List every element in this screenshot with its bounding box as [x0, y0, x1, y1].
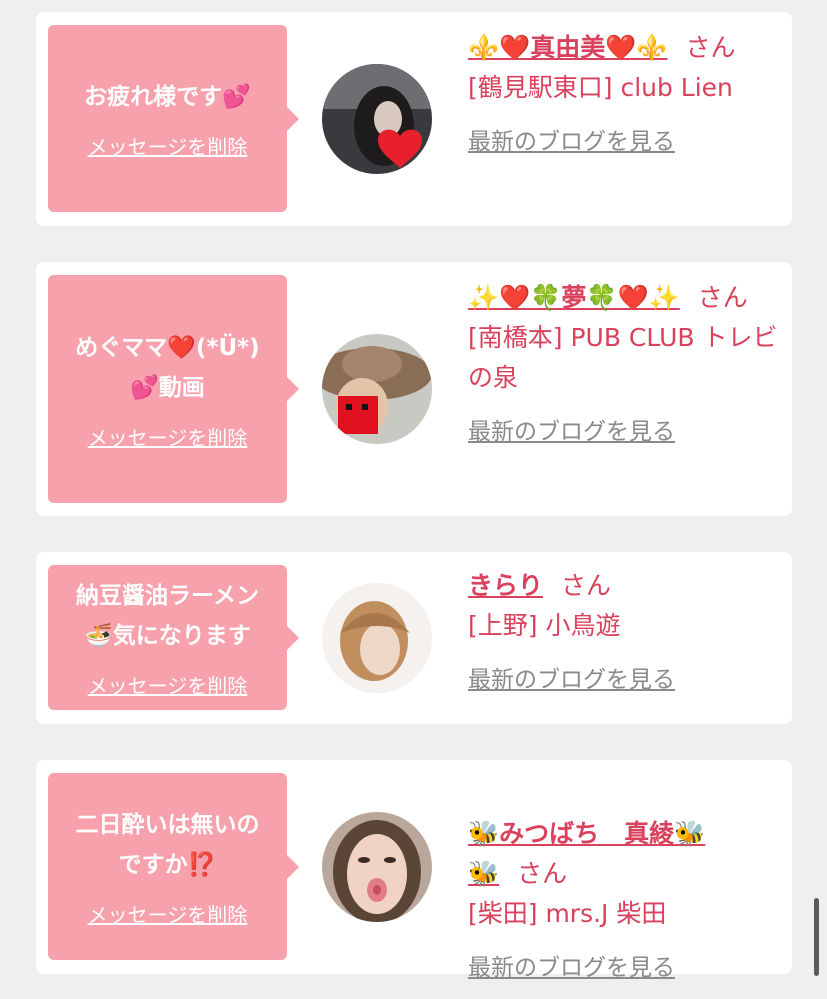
sender-info: 🐝みつばち 真綾🐝 🐝 さん [柴田] mrs.J 柴田 最新のブログを見る — [468, 774, 780, 988]
latest-blog-link[interactable]: 最新のブログを見る — [468, 412, 780, 452]
message-bubble: 二日酔いは無いの ですか⁉️ メッセージを削除 — [48, 773, 299, 960]
sender-name-link[interactable]: 🐝みつばち 真綾🐝 🐝 — [468, 819, 705, 888]
delete-message-link[interactable]: メッセージを削除 — [88, 131, 248, 160]
latest-blog-link[interactable]: 最新のブログを見る — [468, 660, 780, 700]
honorific: さん — [685, 33, 736, 62]
avatar-photo — [322, 583, 432, 693]
honorific: さん — [697, 283, 748, 312]
avatar[interactable] — [322, 64, 432, 174]
avatar-photo — [322, 812, 432, 922]
shop-name: [上野] 小鳥遊 — [468, 611, 621, 640]
message-card: 二日酔いは無いの ですか⁉️ メッセージを削除 🐝みつばち 真綾🐝 🐝 さん [柴… — [36, 760, 792, 981]
message-text: めぐママ❤️(*Ü*) 💕動画 — [75, 334, 260, 401]
message-card: めぐママ❤️(*Ü*) 💕動画 メッセージを削除 ✨❤️🍀夢🍀❤️✨ さん [南橋… — [36, 262, 792, 516]
message-list-page: お疲れ様です💕 メッセージを削除 ⚜️❤️真由美❤️⚜️ さん [鶴見駅東口] c… — [0, 0, 827, 999]
honorific: さん — [561, 571, 612, 600]
message-text: 納豆醤油ラーメン 🍜気になります — [75, 583, 260, 649]
sender-info: きらり さん [上野] 小鳥遊 最新のブログを見る — [468, 566, 780, 700]
delete-message-link[interactable]: メッセージを削除 — [88, 899, 248, 928]
latest-blog-link[interactable]: 最新のブログを見る — [468, 122, 780, 162]
message-text: 二日酔いは無いの ですか⁉️ — [75, 812, 260, 878]
delete-message-link[interactable]: メッセージを削除 — [88, 670, 248, 699]
message-bubble: お疲れ様です💕 メッセージを削除 — [48, 25, 299, 212]
sender-name-line: ⚜️❤️真由美❤️⚜️ さん — [468, 28, 780, 68]
sender-info: ✨❤️🍀夢🍀❤️✨ さん [南橋本] PUB CLUB トレビの泉 最新のブログを… — [468, 278, 780, 452]
message-card: お疲れ様です💕 メッセージを削除 ⚜️❤️真由美❤️⚜️ さん [鶴見駅東口] c… — [36, 12, 792, 226]
avatar-photo — [322, 64, 432, 174]
message-bubble: めぐママ❤️(*Ü*) 💕動画 メッセージを削除 — [48, 275, 299, 503]
scrollbar[interactable] — [814, 898, 819, 976]
honorific: さん — [517, 859, 568, 888]
sender-name-link[interactable]: ✨❤️🍀夢🍀❤️✨ — [468, 283, 680, 312]
sender-name-link[interactable]: きらり — [468, 571, 543, 600]
shop-name: [鶴見駅東口] club Lien — [468, 73, 733, 102]
avatar[interactable] — [322, 583, 432, 693]
shop-name: [柴田] mrs.J 柴田 — [468, 899, 667, 928]
sender-info: ⚜️❤️真由美❤️⚜️ さん [鶴見駅東口] club Lien 最新のブログを見… — [468, 28, 780, 162]
message-bubble: 納豆醤油ラーメン 🍜気になります メッセージを削除 — [48, 565, 299, 710]
avatar[interactable] — [322, 812, 432, 922]
delete-message-link[interactable]: メッセージを削除 — [88, 422, 248, 451]
sender-name-line: 🐝みつばち 真綾🐝 🐝 さん — [468, 774, 780, 894]
sender-name-link[interactable]: ⚜️❤️真由美❤️⚜️ — [468, 33, 668, 62]
sender-name-line: きらり さん — [468, 566, 780, 606]
avatar-photo — [322, 334, 432, 444]
avatar[interactable] — [322, 334, 432, 444]
latest-blog-link[interactable]: 最新のブログを見る — [468, 948, 780, 988]
message-text: お疲れ様です💕 — [84, 84, 251, 110]
shop-name: [南橋本] PUB CLUB トレビの泉 — [468, 323, 778, 392]
message-card: 納豆醤油ラーメン 🍜気になります メッセージを削除 きらり さん [上野] 小鳥遊… — [36, 552, 792, 724]
sender-name-line: ✨❤️🍀夢🍀❤️✨ さん — [468, 278, 780, 318]
